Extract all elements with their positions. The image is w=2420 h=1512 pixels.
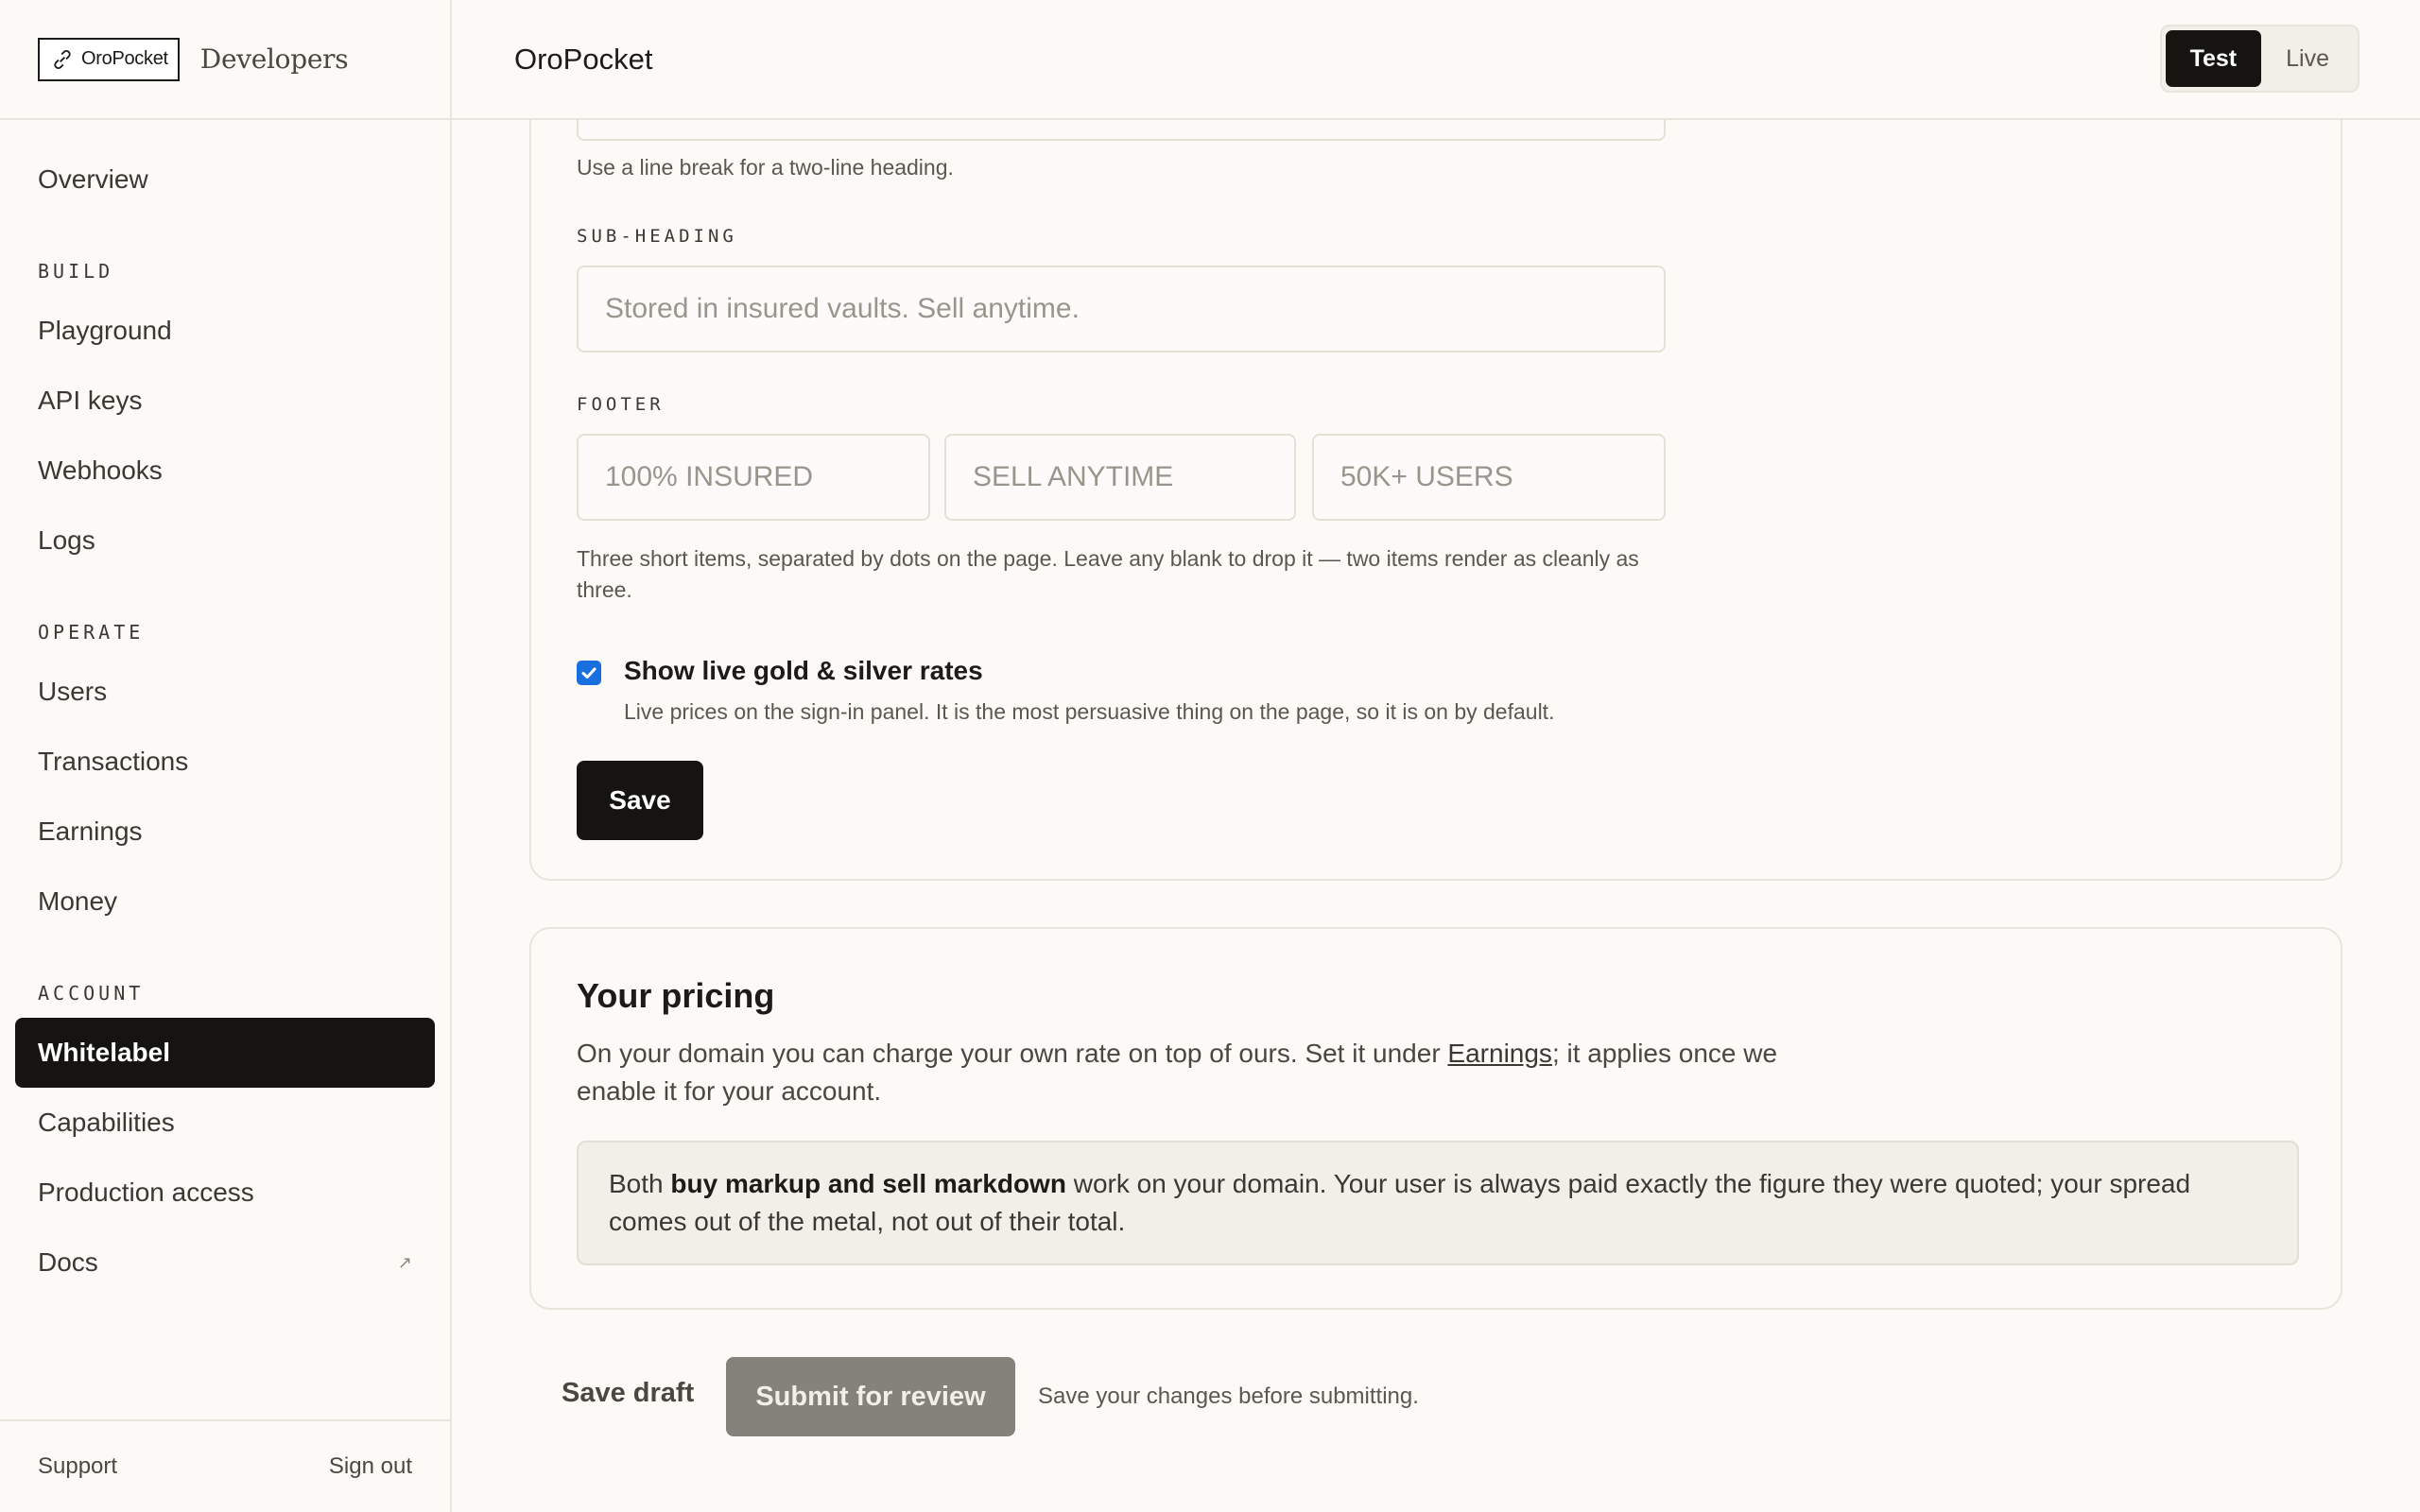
footer-item-1-placeholder: 100% INSURED	[605, 461, 814, 492]
mode-test-button[interactable]: Test	[2165, 30, 2262, 87]
callout-start: Both	[609, 1169, 671, 1198]
sidebar-item-overview[interactable]: Overview	[0, 145, 450, 215]
pricing-callout: Both buy markup and sell markdown work o…	[577, 1141, 2299, 1265]
sidebar-item-earnings[interactable]: Earnings	[0, 797, 450, 867]
sidebar-footer: Support Sign out	[0, 1419, 450, 1512]
submit-for-review-button[interactable]: Submit for review	[726, 1357, 1015, 1436]
link-chain-icon	[54, 49, 71, 69]
subheading-placeholder: Stored in insured vaults. Sell anytime.	[605, 293, 1080, 324]
footer-item-2-placeholder: SELL ANYTIME	[973, 461, 1174, 492]
sidebar-item-webhooks[interactable]: Webhooks	[0, 436, 450, 506]
sidebar-item-users[interactable]: Users	[0, 657, 450, 727]
footer-label: FOOTER	[577, 394, 665, 415]
mode-toggle: Test Live	[2159, 25, 2360, 93]
save-draft-button[interactable]: Save draft	[562, 1378, 694, 1409]
logo-text: OroPocket	[81, 48, 168, 69]
earnings-link[interactable]: Earnings	[1447, 1039, 1552, 1068]
branding-card: Use a line break for a two-line heading.…	[529, 65, 2342, 881]
sidebar-item-docs-label: Docs	[38, 1247, 98, 1277]
page-actions: Save draft Submit for review Save your c…	[529, 1357, 1664, 1438]
live-rates-help: Live prices on the sign-in panel. It is …	[624, 699, 1555, 724]
sidebar-item-logs[interactable]: Logs	[0, 506, 450, 576]
footer-item-3-input[interactable]: 50K+ USERS	[1312, 434, 1666, 521]
live-rates-label[interactable]: Show live gold & silver rates	[624, 656, 983, 686]
live-rates-checkbox[interactable]	[577, 661, 601, 685]
sidebar-item-playground[interactable]: Playground	[0, 296, 450, 366]
page-title: OroPocket	[514, 42, 653, 76]
footer-item-1-input[interactable]: 100% INSURED	[577, 434, 930, 521]
save-button[interactable]: Save	[577, 761, 703, 840]
oropocket-logo[interactable]: OroPocket	[38, 37, 180, 81]
pricing-title: Your pricing	[577, 976, 775, 1015]
sidebar-item-api-keys[interactable]: API keys	[0, 366, 450, 436]
sign-out-link[interactable]: Sign out	[329, 1453, 412, 1480]
brand-header: OroPocket Developers	[0, 0, 450, 120]
mode-live-button[interactable]: Live	[2261, 30, 2354, 87]
developers-label: Developers	[199, 43, 349, 75]
callout-emphasis: buy markup and sell markdown	[670, 1169, 1066, 1198]
subheading-input[interactable]: Stored in insured vaults. Sell anytime.	[577, 266, 1666, 352]
footer-item-3-placeholder: 50K+ USERS	[1340, 461, 1513, 492]
checkmark-icon	[581, 667, 596, 679]
sidebar-section-account: ACCOUNT	[38, 982, 145, 1005]
pricing-desc-start: On your domain you can charge your own r…	[577, 1039, 1448, 1068]
sidebar-item-transactions[interactable]: Transactions	[0, 727, 450, 797]
sidebar-item-whitelabel[interactable]: Whitelabel	[15, 1018, 435, 1088]
subheading-label: SUB-HEADING	[577, 226, 737, 247]
support-link[interactable]: Support	[38, 1453, 117, 1480]
sidebar-item-money[interactable]: Money	[0, 867, 450, 936]
sidebar-item-production-access[interactable]: Production access	[0, 1158, 450, 1228]
sidebar-section-operate: OPERATE	[38, 621, 145, 644]
external-link-icon: ↗	[397, 1252, 412, 1272]
heading-help: Use a line break for a two-line heading.	[577, 155, 954, 180]
pricing-card: Your pricing On your domain you can char…	[529, 927, 2342, 1310]
footer-item-2-input[interactable]: SELL ANYTIME	[944, 434, 1296, 521]
footer-help: Three short items, separated by dots on …	[577, 546, 1639, 602]
submit-hint: Save your changes before submitting.	[1038, 1383, 1419, 1409]
sidebar-item-capabilities[interactable]: Capabilities	[0, 1088, 450, 1158]
sidebar-item-docs[interactable]: Docs ↗	[0, 1228, 450, 1297]
sidebar-nav: Overview BUILD Playground API keys Webho…	[0, 120, 450, 1297]
main-content: Use a line break for a two-line heading.…	[452, 65, 2420, 1512]
top-bar: OroPocket Test Live	[452, 0, 2420, 120]
sidebar-section-build: BUILD	[38, 260, 114, 283]
sidebar: OroPocket Developers Overview BUILD Play…	[0, 0, 452, 1512]
pricing-description: On your domain you can charge your own r…	[577, 1035, 1824, 1110]
